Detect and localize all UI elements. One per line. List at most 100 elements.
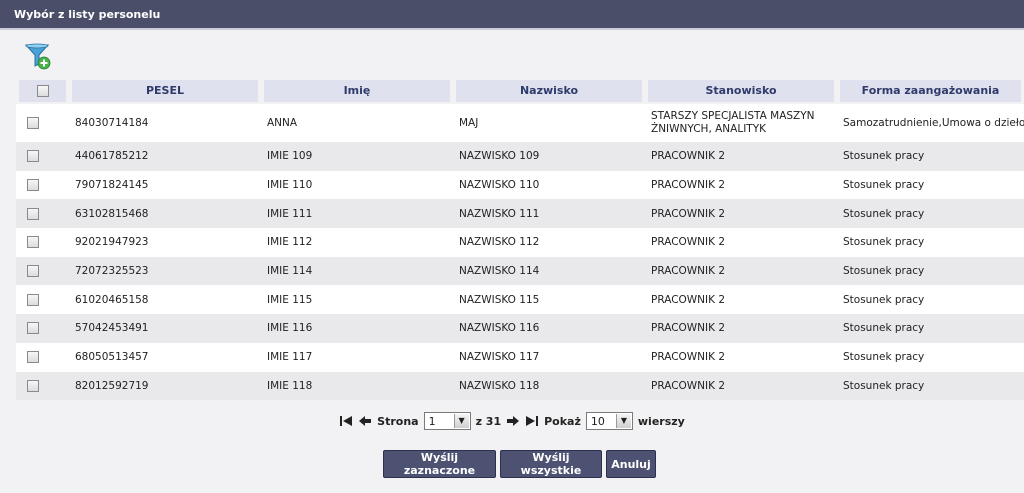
cell-imie: IMIE 117 [261,342,453,372]
cell-forma: Stosunek pracy [837,199,1024,229]
cell-nazwisko: NAZWISKO 116 [453,314,645,343]
page-select-value: 1 [428,414,436,428]
row-checkbox[interactable] [27,351,39,364]
column-header-imie[interactable]: Imię [264,80,450,102]
cell-forma: Stosunek pracy [837,342,1024,372]
cell-nazwisko: NAZWISKO 109 [453,142,645,171]
cell-imie: IMIE 110 [261,170,453,200]
personnel-table: PESEL Imię Nazwisko Stanowisko Forma zaa… [16,78,1024,401]
cell-imie: IMIE 118 [261,371,453,401]
header-select-all-cell [19,80,66,102]
row-checkbox[interactable] [27,207,39,220]
prev-page-icon[interactable] [358,415,372,427]
cell-forma: Stosunek pracy [837,371,1024,401]
page-count-label: z 31 [475,414,502,428]
filter-add-icon[interactable] [24,42,52,70]
cell-pesel: 79071824145 [69,170,261,200]
cell-stanowisko: PRACOWNIK 2 [645,256,837,286]
table-header-row: PESEL Imię Nazwisko Stanowisko Forma zaa… [16,78,1024,104]
cell-nazwisko: NAZWISKO 117 [453,342,645,372]
rows-per-page-value: 10 [590,414,605,428]
row-checkbox[interactable] [27,236,39,249]
cancel-button[interactable]: Anuluj [606,450,656,478]
cell-pesel: 44061785212 [69,142,261,171]
first-page-icon[interactable] [339,415,353,427]
row-checkbox[interactable] [27,150,39,163]
row-checkbox[interactable] [27,117,39,129]
cell-pesel: 84030714184 [69,104,261,142]
row-checkbox[interactable] [27,265,39,278]
page-select[interactable]: 1 ▼ [423,412,471,430]
cell-imie: IMIE 112 [261,228,453,257]
cell-stanowisko: PRACOWNIK 2 [645,314,837,343]
send-selected-button[interactable]: Wyślij zaznaczone [383,450,496,478]
cell-forma: Stosunek pracy [837,285,1024,315]
rows-per-page-select[interactable]: 10 ▼ [585,412,633,430]
cell-forma: Samozatrudnienie,Umowa o dzieło [837,104,1024,142]
row-checkbox[interactable] [27,322,39,335]
column-header-forma[interactable]: Forma zaangażowania [840,80,1021,102]
table-row[interactable]: 44061785212 IMIE 109 NAZWISKO 109 PRACOW… [16,142,1024,171]
cell-forma: Stosunek pracy [837,256,1024,286]
cell-pesel: 63102815468 [69,199,261,229]
cell-stanowisko: PRACOWNIK 2 [645,142,837,171]
cell-imie: IMIE 115 [261,285,453,315]
next-page-icon[interactable] [506,415,520,427]
cell-stanowisko: PRACOWNIK 2 [645,199,837,229]
column-header-nazwisko[interactable]: Nazwisko [456,80,642,102]
cell-nazwisko: NAZWISKO 118 [453,371,645,401]
show-label: Pokaż [544,414,581,428]
cell-imie: ANNA [261,104,453,142]
row-checkbox[interactable] [27,293,39,306]
dialog-titlebar: Wybór z listy personelu [0,0,1024,30]
select-all-checkbox[interactable] [36,85,49,97]
cell-nazwisko: NAZWISKO 115 [453,285,645,315]
last-page-icon[interactable] [525,415,539,427]
chevron-down-icon[interactable]: ▼ [453,414,469,428]
table-row[interactable]: 63102815468 IMIE 111 NAZWISKO 111 PRACOW… [16,199,1024,229]
cell-imie: IMIE 116 [261,314,453,343]
cell-pesel: 68050513457 [69,342,261,372]
cell-imie: IMIE 109 [261,142,453,171]
table-row[interactable]: 61020465158 IMIE 115 NAZWISKO 115 PRACOW… [16,285,1024,315]
table-row[interactable]: 92021947923 IMIE 112 NAZWISKO 112 PRACOW… [16,228,1024,257]
send-all-button[interactable]: Wyślij wszystkie [500,450,602,478]
cell-nazwisko: NAZWISKO 110 [453,170,645,200]
rows-label: wierszy [637,414,685,428]
cell-stanowisko: PRACOWNIK 2 [645,285,837,315]
column-header-pesel[interactable]: PESEL [72,80,258,102]
table-row[interactable]: 57042453491 IMIE 116 NAZWISKO 116 PRACOW… [16,314,1024,343]
table-row[interactable]: 84030714184 ANNA MAJ STARSZY SPECJALISTA… [16,104,1024,142]
dialog-title: Wybór z listy personelu [14,8,161,21]
row-checkbox[interactable] [27,379,39,392]
cell-pesel: 92021947923 [69,228,261,257]
table-row[interactable]: 82012592719 IMIE 118 NAZWISKO 118 PRACOW… [16,371,1024,401]
cell-pesel: 61020465158 [69,285,261,315]
cell-pesel: 72072325523 [69,256,261,286]
row-checkbox[interactable] [27,179,39,192]
cell-stanowisko: PRACOWNIK 2 [645,342,837,372]
cell-nazwisko: NAZWISKO 114 [453,256,645,286]
column-header-stanowisko[interactable]: Stanowisko [648,80,834,102]
cell-nazwisko: NAZWISKO 111 [453,199,645,229]
cell-imie: IMIE 114 [261,256,453,286]
pagination-bar: Strona 1 ▼ z 31 Pokaż 10 ▼ wierszy [0,412,1024,432]
cell-imie: IMIE 111 [261,199,453,229]
chevron-down-icon[interactable]: ▼ [615,414,631,428]
cell-nazwisko: NAZWISKO 112 [453,228,645,257]
cell-stanowisko: PRACOWNIK 2 [645,371,837,401]
table-row[interactable]: 79071824145 IMIE 110 NAZWISKO 110 PRACOW… [16,170,1024,200]
cell-stanowisko: STARSZY SPECJALISTA MASZYN ŻNIWNYCH, ANA… [645,104,837,142]
cell-forma: Stosunek pracy [837,170,1024,200]
cell-forma: Stosunek pracy [837,314,1024,343]
cell-forma: Stosunek pracy [837,228,1024,257]
cell-stanowisko: PRACOWNIK 2 [645,170,837,200]
table-row[interactable]: 72072325523 IMIE 114 NAZWISKO 114 PRACOW… [16,256,1024,286]
page-label: Strona [377,414,419,428]
cell-pesel: 82012592719 [69,371,261,401]
cell-pesel: 57042453491 [69,314,261,343]
cell-nazwisko: MAJ [453,104,645,142]
table-row[interactable]: 68050513457 IMIE 117 NAZWISKO 117 PRACOW… [16,342,1024,372]
cell-forma: Stosunek pracy [837,142,1024,171]
cell-stanowisko: PRACOWNIK 2 [645,228,837,257]
